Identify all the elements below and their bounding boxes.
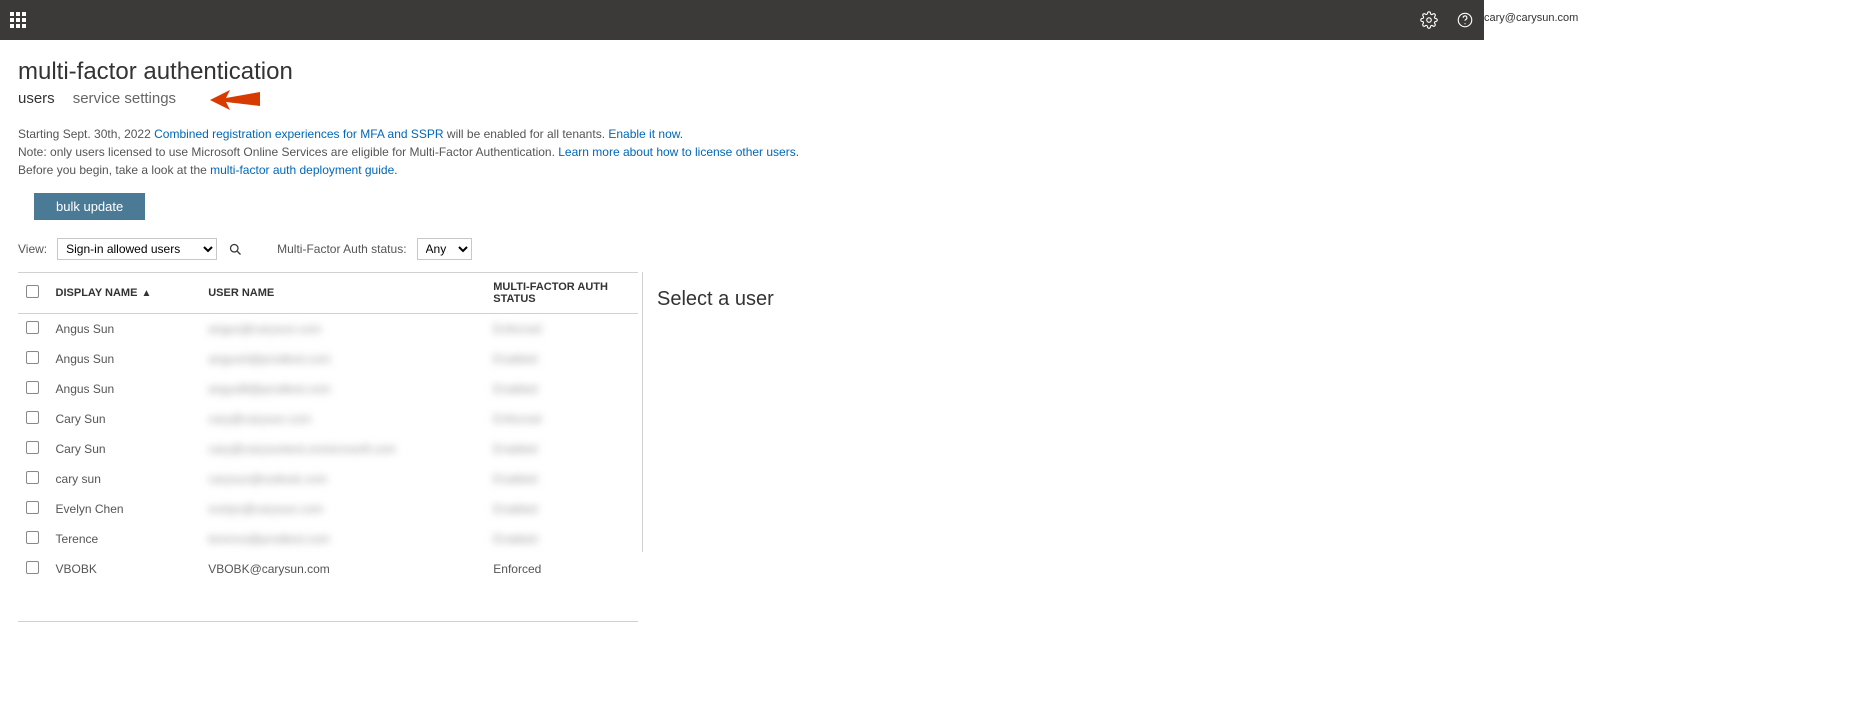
page-title: multi-factor authentication: [18, 58, 1847, 86]
cell-display-name: Terence: [48, 524, 201, 554]
row-checkbox[interactable]: [26, 471, 39, 484]
annotation-arrow: [208, 86, 263, 114]
cell-mfa-status: Enabled: [485, 524, 638, 554]
cell-user-name: cary@carysuntest.onmicrosoft.com: [200, 434, 485, 464]
cell-user-name: angusA@prodtest.com: [200, 344, 485, 374]
filter-row: View: Sign-in allowed users Multi-Factor…: [18, 238, 1847, 260]
table-row[interactable]: Evelyn Chenevelyn@carysun.comEnabled: [18, 494, 638, 524]
table-row[interactable]: Angus SunangusB@prodtest.comEnabled: [18, 374, 638, 404]
link-deployment-guide[interactable]: multi-factor auth deployment guide.: [210, 163, 397, 177]
table-row[interactable]: VBOBKVBOBK@carysun.comEnforced: [18, 554, 638, 584]
cell-display-name: VBOBK: [48, 554, 201, 584]
row-checkbox[interactable]: [26, 351, 39, 364]
cell-mfa-status: Enabled: [485, 374, 638, 404]
row-checkbox[interactable]: [26, 381, 39, 394]
cell-display-name: Angus Sun: [48, 344, 201, 374]
row-checkbox[interactable]: [26, 441, 39, 454]
app-launcher-icon[interactable]: [10, 12, 26, 28]
link-enable-now[interactable]: Enable it now.: [608, 127, 683, 141]
cell-display-name: Angus Sun: [48, 314, 201, 345]
cell-mfa-status: Enforced: [485, 404, 638, 434]
table-row[interactable]: Cary Suncary@carysun.comEnforced: [18, 404, 638, 434]
cell-display-name: Cary Sun: [48, 404, 201, 434]
cell-user-name: angusB@prodtest.com: [200, 374, 485, 404]
view-label: View:: [18, 242, 47, 256]
bulk-update-button[interactable]: bulk update: [34, 193, 145, 220]
cell-user-name: terence@prodtest.com: [200, 524, 485, 554]
cell-display-name: cary sun: [48, 464, 201, 494]
cell-mfa-status: Enabled: [485, 494, 638, 524]
tabs: users service settings: [18, 90, 1847, 107]
link-license-users[interactable]: Learn more about how to license other us…: [558, 145, 799, 159]
table-row[interactable]: Terenceterence@prodtest.comEnabled: [18, 524, 638, 554]
status-label: Multi-Factor Auth status:: [277, 242, 406, 256]
cell-display-name: Angus Sun: [48, 374, 201, 404]
row-checkbox[interactable]: [26, 501, 39, 514]
table-row[interactable]: Angus SunangusA@prodtest.comEnabled: [18, 344, 638, 374]
help-icon[interactable]: [1456, 11, 1474, 29]
cell-user-name: VBOBK@carysun.com: [200, 554, 485, 584]
row-checkbox[interactable]: [26, 321, 39, 334]
search-icon[interactable]: [227, 241, 243, 257]
tab-users[interactable]: users: [18, 90, 55, 107]
cell-mfa-status: Enforced: [485, 314, 638, 345]
users-table: DISPLAY NAME▲ USER NAME MULTI-FACTOR AUT…: [18, 272, 638, 622]
page-content: multi-factor authentication users servic…: [0, 40, 1865, 662]
notice-text: Starting Sept. 30th, 2022 Combined regis…: [18, 125, 1847, 179]
view-select[interactable]: Sign-in allowed users: [57, 238, 217, 260]
col-mfa-status[interactable]: MULTI-FACTOR AUTH STATUS: [485, 273, 638, 314]
row-checkbox[interactable]: [26, 561, 39, 574]
col-display-name[interactable]: DISPLAY NAME▲: [48, 273, 201, 314]
cell-user-name: carysun@outlook.com: [200, 464, 485, 494]
cell-user-name: angus@carysun.com: [200, 314, 485, 345]
cell-mfa-status: Enabled: [485, 344, 638, 374]
cell-display-name: Cary Sun: [48, 434, 201, 464]
side-panel: Select a user: [642, 272, 802, 552]
account-email[interactable]: cary@carysun.com: [1484, 12, 1578, 24]
cell-display-name: Evelyn Chen: [48, 494, 201, 524]
sort-asc-icon: ▲: [141, 288, 151, 299]
top-bar: [0, 0, 1484, 40]
cell-user-name: cary@carysun.com: [200, 404, 485, 434]
table-row[interactable]: cary suncarysun@outlook.comEnabled: [18, 464, 638, 494]
table-row[interactable]: Cary Suncary@carysuntest.onmicrosoft.com…: [18, 434, 638, 464]
gear-icon[interactable]: [1420, 11, 1438, 29]
tab-service-settings[interactable]: service settings: [73, 90, 176, 107]
status-select[interactable]: Any: [417, 238, 472, 260]
cell-mfa-status: Enabled: [485, 434, 638, 464]
cell-mfa-status: Enforced: [485, 554, 638, 584]
link-combined-registration[interactable]: Combined registration experiences for MF…: [154, 127, 443, 141]
select-all-checkbox[interactable]: [26, 285, 39, 298]
side-panel-title: Select a user: [657, 288, 788, 311]
row-checkbox[interactable]: [26, 411, 39, 424]
row-checkbox[interactable]: [26, 531, 39, 544]
cell-user-name: evelyn@carysun.com: [200, 494, 485, 524]
cell-mfa-status: Enabled: [485, 464, 638, 494]
col-user-name[interactable]: USER NAME: [200, 273, 485, 314]
table-row[interactable]: Angus Sunangus@carysun.comEnforced: [18, 314, 638, 345]
